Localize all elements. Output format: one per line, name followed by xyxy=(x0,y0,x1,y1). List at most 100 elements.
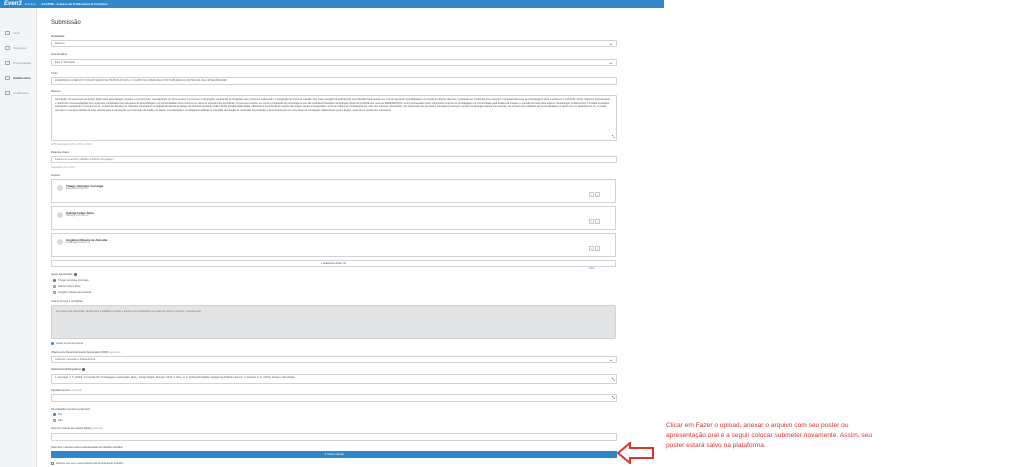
sidebar-item-programacao[interactable]: Programação xyxy=(0,58,36,67)
authors-label: Autores xyxy=(51,174,60,177)
award-option-label: Não xyxy=(58,419,63,422)
references-text: 1. Gonzaga, T. H. (2023). Impressão 3D, … xyxy=(55,376,296,379)
modality-select[interactable]: Resumo ⌄ xyxy=(51,40,617,47)
page-title: Submissão xyxy=(51,20,81,26)
radio-dot xyxy=(53,291,56,294)
help-icon[interactable] xyxy=(82,368,85,371)
ods-select[interactable]: Indústria, Inovação e Infraestrutura ⌄ xyxy=(51,356,617,363)
arrow-left-icon xyxy=(617,442,654,464)
sidebar-item-label: Certificados xyxy=(13,90,29,95)
references-textarea[interactable]: 1. Gonzaga, T. H. (2023). Impressão 3D, … xyxy=(51,374,617,384)
sidebar-item-inicio[interactable]: Início xyxy=(0,28,36,37)
chevron-down-icon: ⌄ xyxy=(608,41,613,47)
sidebar-item-submissoes[interactable]: Submissões xyxy=(0,73,36,82)
author-email: gabriel@unimontes.br xyxy=(66,215,89,217)
poster-link-optional: (opcional) xyxy=(91,427,103,430)
avatar xyxy=(57,212,63,218)
brand-subtitle: Eventos xyxy=(24,2,36,6)
conference-title: CLAPDE - Arquivo de Publicações & Coleçõ… xyxy=(41,2,108,6)
avatar xyxy=(57,185,63,191)
radio-dot xyxy=(53,285,56,288)
radio-dot xyxy=(53,413,56,416)
instruction-annotation: Clicar em Fazer o upload, anexar o arqui… xyxy=(666,422,872,449)
brand-logo[interactable]: Even3 xyxy=(0,1,22,7)
presenter-option[interactable]: Thiago Henrique Gonzaga xyxy=(53,279,88,282)
sidebar-item-label: Submissões xyxy=(13,75,31,80)
checkbox-box xyxy=(51,462,54,465)
add-author-label: Adicionar Autor (1) xyxy=(323,261,347,265)
references-label-text: Referências Bibliográficas xyxy=(51,368,81,372)
abstract-textarea[interactable]: Introdução: Os processos de design digit… xyxy=(51,95,617,141)
keywords-input[interactable] xyxy=(51,156,617,163)
certificate-icon xyxy=(5,90,10,95)
title-label: Título xyxy=(51,72,58,75)
sidebar-item-certificados[interactable]: Certificados xyxy=(0,88,36,97)
thematic-area-label: Área temática xyxy=(51,53,68,56)
award-option-no[interactable]: Não xyxy=(53,419,63,422)
ods-value: Indústria, Inovação e Infraestrutura xyxy=(55,358,96,361)
move-down-button[interactable]: ↓ xyxy=(595,246,600,251)
resize-handle-icon[interactable]: ⤡ xyxy=(612,396,615,400)
sidebar-item-label: Inscrições xyxy=(13,45,27,50)
author-row: Thiago Henrique Gonzaga thiago@unimontes… xyxy=(51,179,616,215)
presenters-label-text: Quem apresentará xyxy=(51,273,73,277)
move-up-button[interactable]: ↑ xyxy=(589,219,594,224)
abstract-counter: 2076 palavras de 200 a 3000 de 3000 xyxy=(51,143,92,146)
move-down-button[interactable]: ↓ xyxy=(595,192,600,197)
ods-label: Objetivos de Desenvolvimento Sustentável… xyxy=(51,351,121,354)
radio-dot xyxy=(53,279,56,282)
declaration-checkbox[interactable]: Declaro que sou o responsável pela autor… xyxy=(51,462,123,465)
move-up-button[interactable]: ↑ xyxy=(589,192,594,197)
ods-label-text: Objetivos de Desenvolvimento Sustentável… xyxy=(51,351,109,354)
terms-text: Ao enviar esta submissão, declaro que o … xyxy=(56,310,202,313)
acknowledgements-label-text: Agradecimentos xyxy=(51,389,70,392)
keywords-label: Palavras-chave xyxy=(51,151,69,154)
title-input[interactable]: LIDERANÇA, EXERCITO VOLUNTÁRIOS DE TRATO… xyxy=(51,77,617,85)
presenter-option[interactable]: Gabriel Felipe Silva xyxy=(53,285,81,288)
upload-section-label: Submeter o arquivo para a apresentação d… xyxy=(51,446,123,449)
author-row: Gabriel Felipe Silva gabriel@unimontes.b… xyxy=(51,206,616,242)
author-controls: ↑↓ × xyxy=(588,237,602,273)
acknowledgements-label: Agradecimentos (opcional) xyxy=(51,389,82,392)
terms-label: Leia os termos e condições xyxy=(51,300,83,303)
upload-button-label: Fazer upload xyxy=(327,452,344,456)
presenter-option-label: Gabriel Felipe Silva xyxy=(58,285,81,288)
presenter-option-label: Angélica Oliveira de Almeida xyxy=(58,291,92,294)
declaration-label: Declaro que sou o responsável pela autor… xyxy=(56,462,124,465)
accept-terms-checkbox[interactable]: Aceito os termos acima xyxy=(51,342,83,345)
sidebar-item-inscricoes[interactable]: Inscrições xyxy=(0,43,36,52)
acknowledgements-textarea[interactable]: ⤡ xyxy=(51,394,617,402)
poster-link-label: Informe o link do seu pôster digital (op… xyxy=(51,427,103,430)
chevron-down-icon: ⌄ xyxy=(608,357,613,363)
abstract-text: Introdução: Os processos de design digit… xyxy=(55,98,611,112)
title-value: LIDERANÇA, EXERCITO VOLUNTÁRIOS DE TRATO… xyxy=(55,79,227,82)
submission-form: Submissão Modalidade Resumo ⌄ Área temát… xyxy=(51,8,617,467)
calendar-icon xyxy=(5,60,10,65)
abstract-label: Resumo xyxy=(51,90,61,93)
presenters-label: Quem apresentará xyxy=(51,273,77,276)
ticket-icon xyxy=(5,45,10,50)
chevron-down-icon: ⌄ xyxy=(608,60,613,66)
acknowledgements-optional: (opcional) xyxy=(70,389,82,392)
thematic-area-value: Eixo 3: Educação xyxy=(55,61,76,64)
checkbox-mark xyxy=(51,342,54,345)
sidebar: Início Inscrições Programação Submissões… xyxy=(0,8,37,467)
home-icon xyxy=(5,30,10,35)
thematic-area-select[interactable]: Eixo 3: Educação ⌄ xyxy=(51,59,617,66)
accept-terms-label: Aceito os termos acima xyxy=(56,342,83,345)
resize-handle-icon[interactable]: ⤡ xyxy=(612,135,615,139)
poster-link-input[interactable] xyxy=(51,433,617,441)
author-email: angelica@unimontes.br xyxy=(66,242,91,244)
add-author-button[interactable]: + Adicionar Autor (1) xyxy=(51,260,616,267)
resize-handle-icon[interactable]: ⤡ xyxy=(612,378,615,382)
presenter-option[interactable]: Angélica Oliveira de Almeida xyxy=(53,291,91,294)
move-down-button[interactable]: ↓ xyxy=(595,219,600,224)
move-up-button[interactable]: ↑ xyxy=(589,246,594,251)
ods-optional: (opcional) xyxy=(109,351,121,354)
award-option-yes[interactable]: Sim xyxy=(53,413,62,416)
award-question-label: Seu trabalho concorre a prêmios? xyxy=(51,408,91,411)
top-bar: Even3 Eventos CLAPDE - Arquivo de Public… xyxy=(0,0,664,8)
help-icon[interactable] xyxy=(73,273,77,276)
upload-button[interactable]: ⇪ Fazer upload xyxy=(51,451,617,458)
sidebar-item-label: Início xyxy=(13,30,21,35)
